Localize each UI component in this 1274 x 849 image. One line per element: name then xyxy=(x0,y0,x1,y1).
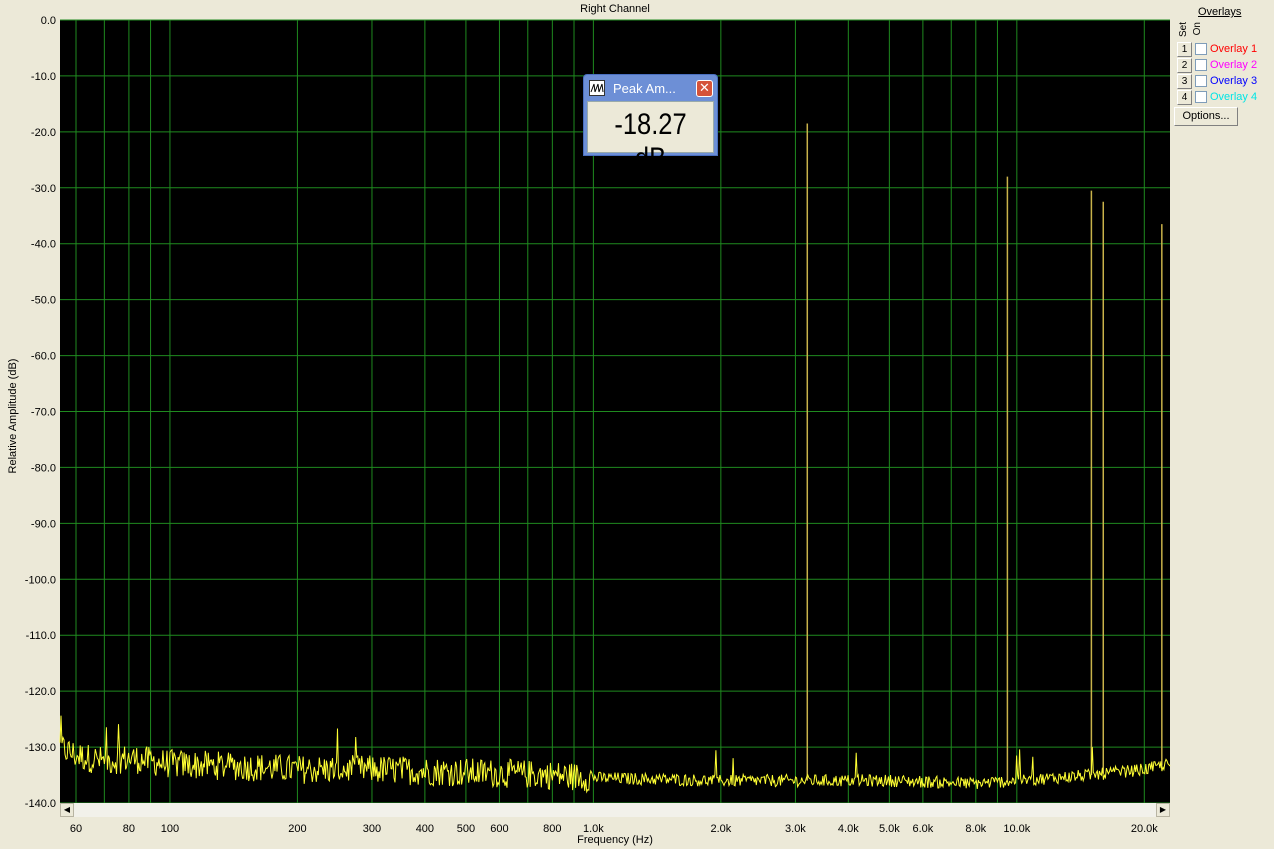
y-tick-label: -10.0 xyxy=(31,71,56,83)
set-column-label: Set xyxy=(1178,22,1189,38)
overlay-checkbox-2[interactable] xyxy=(1195,59,1207,71)
y-tick-label: -120.0 xyxy=(25,686,56,698)
y-tick-label: -40.0 xyxy=(31,239,56,251)
overlay-label-4: Overlay 4 xyxy=(1210,91,1258,103)
y-tick-label: -20.0 xyxy=(31,127,56,139)
peak-window-body: -18.27 dB xyxy=(587,101,714,175)
overlays-title: Overlays xyxy=(1198,6,1242,18)
chart-title: Right Channel xyxy=(580,3,650,15)
y-tick-label: -70.0 xyxy=(31,407,56,419)
overlay-checkbox-4[interactable] xyxy=(1195,91,1207,103)
horizontal-scrollbar[interactable]: ◀ ▶ xyxy=(60,803,1170,817)
close-icon[interactable]: ✕ xyxy=(696,80,713,97)
overlay-row-2: 2 Overlay 2 xyxy=(1174,58,1272,73)
overlay-checkbox-3[interactable] xyxy=(1195,75,1207,87)
y-tick-label: -50.0 xyxy=(31,295,56,307)
y-tick-label: -110.0 xyxy=(26,630,56,642)
y-tick-label: -60.0 xyxy=(31,351,56,363)
y-tick-label: -140.0 xyxy=(25,798,56,810)
y-tick-label: -80.0 xyxy=(31,462,56,474)
overlay-set-button-2[interactable]: 2 xyxy=(1177,58,1192,73)
on-column-label: On xyxy=(1192,22,1203,36)
overlay-row-1: 1 Overlay 1 xyxy=(1174,42,1272,57)
y-axis-label: Relative Amplitude (dB) xyxy=(7,358,19,474)
overlay-label-3: Overlay 3 xyxy=(1210,75,1258,87)
x-axis-label: Frequency (Hz) xyxy=(577,834,653,846)
y-tick-labels: 0.0 -10.0 -20.0 -30.0 -40.0 -50.0 -60.0 -70.0 -8… xyxy=(25,15,56,810)
overlay-set-button-4[interactable]: 4 xyxy=(1177,90,1192,105)
overlay-checkbox-1[interactable] xyxy=(1195,43,1207,55)
overlays-panel: Overlays Set On 1 Overlay 1 2 Overlay 2 … xyxy=(1174,4,1272,126)
overlay-set-button-1[interactable]: 1 xyxy=(1177,42,1192,57)
peak-amplitude-window[interactable]: Peak Am... ✕ -18.27 dB xyxy=(583,74,718,175)
peak-window-titlebar[interactable]: Peak Am... ✕ xyxy=(584,75,717,101)
overlay-row-3: 3 Overlay 3 xyxy=(1174,74,1272,89)
overlay-row-4: 4 Overlay 4 xyxy=(1174,90,1272,105)
y-tick-label: 0.0 xyxy=(41,15,56,27)
overlay-label-2: Overlay 2 xyxy=(1210,59,1258,71)
y-tick-label: -100.0 xyxy=(25,574,56,586)
peak-window-title: Peak Am... xyxy=(613,81,676,96)
peak-amplitude-value: -18.27 dB xyxy=(614,108,687,175)
overlay-label-1: Overlay 1 xyxy=(1210,43,1258,55)
scroll-left-arrow-icon[interactable]: ◀ xyxy=(60,803,74,817)
options-button[interactable]: Options... xyxy=(1174,107,1238,126)
scroll-right-arrow-icon[interactable]: ▶ xyxy=(1156,803,1170,817)
y-tick-label: -130.0 xyxy=(25,742,56,754)
waveform-icon xyxy=(589,80,605,96)
y-tick-label: -90.0 xyxy=(31,518,56,530)
overlay-set-button-3[interactable]: 3 xyxy=(1177,74,1192,89)
y-tick-label: -30.0 xyxy=(31,183,56,195)
